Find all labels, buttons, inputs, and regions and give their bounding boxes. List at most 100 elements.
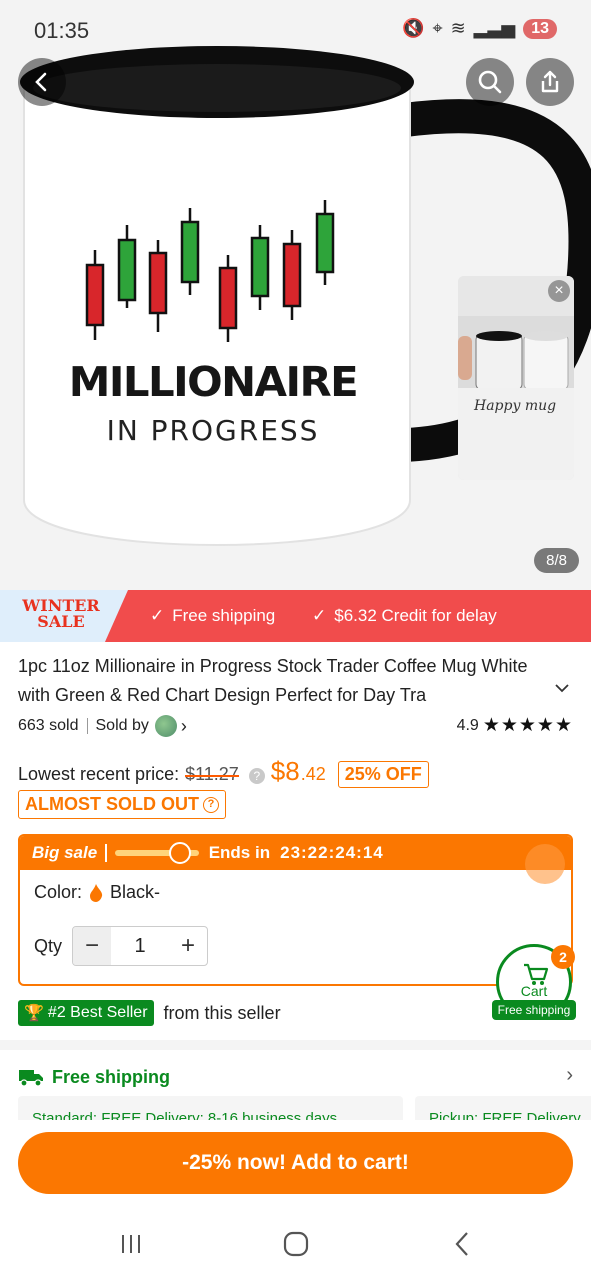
seller-avatar[interactable] bbox=[154, 715, 177, 737]
sold-count: 663 sold bbox=[18, 717, 79, 734]
current-price-cents: .42 bbox=[300, 764, 326, 784]
cart-count-badge: 2 bbox=[551, 945, 575, 969]
shipping-option-standard[interactable]: Standard: FREE Delivery: 8-16 business d… bbox=[18, 1096, 403, 1120]
quantity-row: Qty − 1 + bbox=[34, 926, 209, 966]
old-price: $11.27 bbox=[185, 764, 239, 784]
system-nav-bar bbox=[0, 1216, 591, 1280]
almost-sold-out-label: ALMOST SOLD OUT bbox=[25, 794, 199, 814]
free-shipping-row[interactable]: Free shipping › bbox=[18, 1064, 573, 1090]
check-icon: ✓ bbox=[150, 606, 165, 625]
countdown-timer: 23:22:24:14 bbox=[280, 843, 384, 862]
minus-icon: − bbox=[85, 932, 100, 959]
divider bbox=[86, 718, 88, 734]
shipping-options: Standard: FREE Delivery: 8-16 business d… bbox=[18, 1096, 591, 1120]
location-icon: ⌖ bbox=[432, 18, 443, 38]
mug-print-title: MILLIONAIRE bbox=[68, 358, 359, 406]
product-title[interactable]: 1pc 11oz Millionaire in Progress Stock T… bbox=[18, 652, 538, 710]
winter-sale-badge: WINTER SALE bbox=[0, 590, 128, 642]
price-label: Lowest recent price: bbox=[18, 764, 180, 784]
bestseller-badge: 🏆 #2 Best Seller bbox=[18, 1000, 154, 1026]
free-shipping-title: Free shipping bbox=[52, 1066, 171, 1087]
home-icon bbox=[283, 1231, 309, 1257]
promo-free-shipping: ✓ Free shipping bbox=[150, 606, 275, 626]
color-label: Color: bbox=[34, 882, 83, 902]
decorative-circle bbox=[525, 844, 565, 884]
expand-title-button[interactable] bbox=[554, 680, 570, 701]
current-price: $8 bbox=[270, 756, 300, 786]
question-icon: ? bbox=[203, 796, 219, 813]
close-icon: × bbox=[554, 282, 564, 299]
promo-free-shipping-label: Free shipping bbox=[172, 606, 276, 625]
mute-icon: 🔇 bbox=[402, 18, 425, 38]
back-button[interactable] bbox=[18, 58, 66, 106]
qty-label: Qty bbox=[34, 935, 63, 956]
truck-icon bbox=[19, 1070, 43, 1087]
video-preview-image bbox=[458, 276, 574, 480]
big-sale-title: Big sale bbox=[32, 843, 98, 862]
home-button[interactable] bbox=[276, 1228, 316, 1260]
clock-icon bbox=[168, 842, 191, 864]
almost-sold-out-badge[interactable]: ALMOST SOLD OUT ? bbox=[18, 790, 226, 819]
info-icon[interactable]: ? bbox=[248, 768, 265, 784]
promo-bar: WINTER SALE ✓ Free shipping ✓ $6.32 Cred… bbox=[0, 590, 591, 642]
quantity-stepper[interactable]: − 1 + bbox=[72, 926, 209, 966]
wifi-icon: ≋ bbox=[450, 18, 466, 38]
system-back-button[interactable] bbox=[442, 1228, 482, 1260]
sales-seller-row: 663 sold Sold by › 4.9 ★★★★★ bbox=[18, 714, 573, 738]
big-sale-panel: Big sale Ends in 23:22:24:14 Color: Blac… bbox=[18, 834, 573, 986]
flame-icon bbox=[90, 883, 103, 902]
back-icon bbox=[455, 1232, 468, 1256]
star-rating-icons: ★★★★★ bbox=[482, 715, 573, 736]
decrease-quantity-button[interactable]: − bbox=[73, 927, 112, 965]
chevron-down-icon bbox=[555, 684, 569, 693]
bestseller-row: 🏆 #2 Best Seller from this seller bbox=[18, 1000, 281, 1026]
share-button[interactable] bbox=[526, 58, 574, 106]
trophy-icon: 🏆 bbox=[24, 1005, 44, 1022]
ends-in-label: Ends in bbox=[208, 843, 271, 862]
status-icons: 🔇 ⌖ ≋ ▂▃▅ 13 bbox=[402, 18, 557, 39]
chevron-right-icon[interactable]: › bbox=[566, 1064, 573, 1087]
discount-badge: 25% OFF bbox=[337, 761, 429, 788]
status-time: 01:35 bbox=[34, 18, 90, 43]
recent-apps-button[interactable] bbox=[111, 1228, 151, 1260]
chevron-left-icon bbox=[35, 72, 47, 92]
video-caption: Happy mug bbox=[474, 398, 557, 414]
recents-icon bbox=[122, 1235, 140, 1253]
price-row: Lowest recent price: $11.27 ? $8 .42 25%… bbox=[18, 756, 429, 788]
quantity-value[interactable]: 1 bbox=[111, 935, 169, 958]
add-to-cart-button[interactable]: -25% now! Add to cart! bbox=[18, 1132, 573, 1194]
color-value: Black- bbox=[110, 882, 161, 902]
notification-badge: 13 bbox=[523, 18, 557, 39]
shipping-option-pickup[interactable]: Pickup: FREE Delivery bbox=[415, 1096, 591, 1120]
cart-free-shipping-tag: Free shipping bbox=[492, 1000, 576, 1020]
title-fade bbox=[470, 681, 540, 710]
winter-sale-line2: SALE bbox=[37, 612, 85, 631]
share-icon bbox=[541, 70, 559, 93]
rating[interactable]: 4.9 ★★★★★ bbox=[457, 714, 573, 737]
big-sale-header: Big sale Ends in 23:22:24:14 bbox=[20, 836, 571, 870]
search-button[interactable] bbox=[466, 58, 514, 106]
rating-value: 4.9 bbox=[456, 716, 479, 734]
bestseller-suffix: from this seller bbox=[163, 1002, 281, 1023]
divider bbox=[105, 844, 107, 862]
bottom-action-bar: -25% now! Add to cart! bbox=[0, 1120, 591, 1280]
promo-credit-delay: ✓ $6.32 Credit for delay bbox=[312, 606, 497, 626]
image-page-indicator: 8/8 bbox=[534, 548, 579, 573]
sold-by-label: Sold by bbox=[95, 717, 149, 734]
signal-icon: ▂▃▅ bbox=[473, 18, 516, 38]
product-image-gallery[interactable]: 01:35 🔇 ⌖ ≋ ▂▃▅ 13 MILLIONAIRE IN PROGRE… bbox=[0, 0, 591, 590]
chevron-right-icon[interactable]: › bbox=[181, 716, 187, 737]
check-icon: ✓ bbox=[312, 606, 327, 625]
promo-credit-delay-label: $6.32 Credit for delay bbox=[334, 606, 497, 625]
status-bar: 01:35 🔇 ⌖ ≋ ▂▃▅ 13 bbox=[0, 0, 591, 60]
color-selector[interactable]: Color: Black- bbox=[34, 882, 160, 903]
section-divider bbox=[0, 1040, 591, 1050]
video-thumbnail[interactable]: Happy mug × bbox=[458, 276, 574, 480]
sale-progress bbox=[114, 842, 199, 864]
plus-icon: + bbox=[181, 932, 196, 959]
mug-print-subtitle: IN PROGRESS bbox=[106, 414, 320, 447]
increase-quantity-button[interactable]: + bbox=[169, 927, 207, 965]
bestseller-label: #2 Best Seller bbox=[47, 1004, 148, 1021]
close-video-button[interactable]: × bbox=[548, 280, 570, 302]
search-icon bbox=[478, 70, 502, 94]
